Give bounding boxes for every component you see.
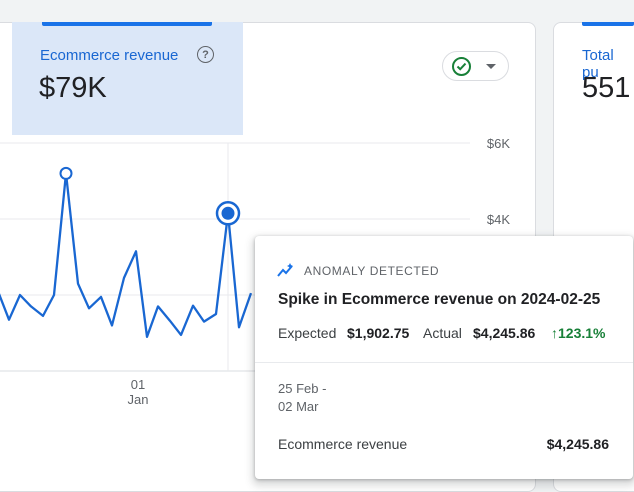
x-tick-day: 01 (131, 377, 145, 392)
actual-label: Actual (423, 325, 462, 341)
delta-value: ↑123.1% (551, 325, 606, 341)
anomaly-marker[interactable] (59, 166, 73, 180)
anomaly-marker-dot (221, 206, 235, 220)
anomaly-sparkle-icon (277, 262, 295, 283)
expected-value: $1,902.75 (347, 325, 410, 341)
date-range-end: 02 Mar (278, 399, 319, 414)
date-range-start: 25 Feb - (278, 381, 327, 396)
arrow-up-icon: ↑ (551, 325, 558, 341)
y-tick-label: $6K (487, 136, 510, 151)
tooltip-metric-name: Ecommerce revenue (278, 436, 408, 452)
expected-label: Expected (278, 325, 337, 341)
revenue-series-line (0, 172, 253, 338)
tooltip-metric-value: $4,245.86 (546, 436, 609, 452)
anomaly-label: ANOMALY DETECTED (304, 264, 440, 278)
y-tick-label: $4K (487, 212, 510, 227)
actual-value: $4,245.86 (473, 325, 536, 341)
anomaly-title: Spike in Ecommerce revenue on 2024-02-25 (278, 291, 601, 308)
tooltip-divider (255, 362, 633, 363)
x-tick-month: Jan (128, 392, 149, 407)
anomaly-tooltip: ANOMALY DETECTED Spike in Ecommerce reve… (255, 236, 633, 479)
